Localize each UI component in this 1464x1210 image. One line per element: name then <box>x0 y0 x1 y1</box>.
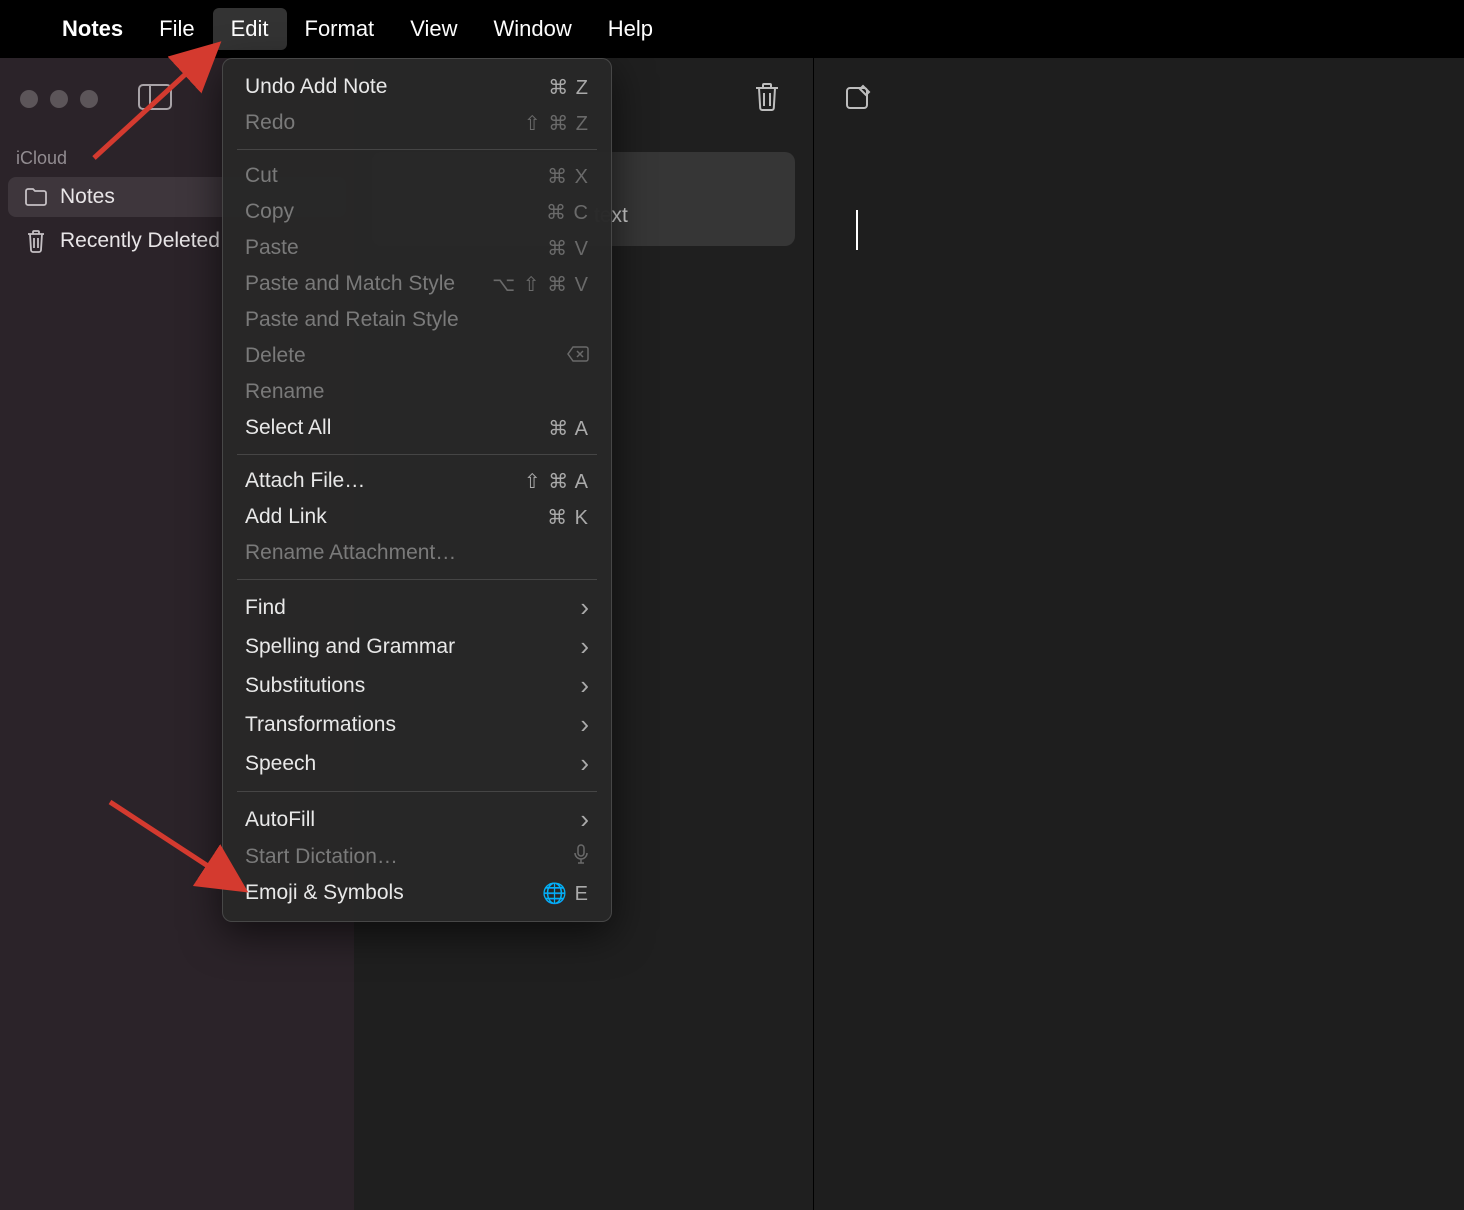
menu-item-copy: Copy ⌘ C <box>223 194 611 230</box>
menu-item-autofill[interactable]: AutoFill› <box>223 800 611 839</box>
menu-item-shortcut: ⌘ A <box>548 416 589 441</box>
menu-item-label: Undo Add Note <box>245 75 387 99</box>
text-cursor <box>856 210 858 250</box>
menu-item-undo-add-note[interactable]: Undo Add Note ⌘ Z <box>223 69 611 105</box>
new-note-icon[interactable] <box>844 83 872 116</box>
menu-item-shortcut: ⌘ K <box>547 505 589 530</box>
sidebar-item-label: Notes <box>60 185 115 209</box>
menubar-item-help[interactable]: Help <box>590 8 671 50</box>
trash-icon <box>24 229 48 253</box>
menu-item-label: Spelling and Grammar <box>245 635 455 659</box>
menu-item-rename: Rename <box>223 374 611 410</box>
menu-item-shortcut: 🌐 E <box>542 881 589 906</box>
menu-item-label: Delete <box>245 344 306 368</box>
menu-item-label: Select All <box>245 416 331 440</box>
menu-item-attach-file[interactable]: Attach File… ⇧ ⌘ A <box>223 463 611 499</box>
menu-item-label: Find <box>245 596 286 620</box>
menu-item-add-link[interactable]: Add Link ⌘ K <box>223 499 611 535</box>
menu-item-shortcut: ⌘ V <box>547 236 589 261</box>
editor-toolbar <box>814 58 1464 140</box>
menu-item-label: Paste and Retain Style <box>245 308 459 332</box>
menu-item-redo: Redo ⇧ ⌘ Z <box>223 105 611 141</box>
menu-item-label: Transformations <box>245 713 396 737</box>
menu-item-find[interactable]: Find › <box>223 588 611 627</box>
chevron-right-icon: › <box>580 709 589 740</box>
menu-item-label: Add Link <box>245 505 327 529</box>
menu-item-label: Copy <box>245 200 294 224</box>
chevron-right-icon: › <box>580 748 589 779</box>
sidebar-item-label: Recently Deleted <box>60 229 220 253</box>
menubar-item-format[interactable]: Format <box>287 8 393 50</box>
menu-separator <box>237 454 597 455</box>
chevron-right-icon: › <box>580 592 589 623</box>
menu-item-shortcut: ⌥ ⇧ ⌘ V <box>492 272 589 297</box>
menu-item-paste-and-retain-style: Paste and Retain Style <box>223 302 611 338</box>
menu-item-label: Rename Attachment… <box>245 541 456 565</box>
menu-item-shortcut: ⌘ Z <box>548 75 589 100</box>
menu-item-shortcut: ⌘ C <box>546 200 589 225</box>
edit-menu-dropdown: Undo Add Note ⌘ Z Redo ⇧ ⌘ Z Cut ⌘ X Copy ⌘ C Pa… <box>222 58 612 922</box>
note-editor[interactable] <box>814 58 1464 1210</box>
close-window-button[interactable] <box>20 90 38 108</box>
menu-item-paste-and-match-style: Paste and Match Style ⌥ ⇧ ⌘ V <box>223 266 611 302</box>
menu-separator <box>237 149 597 150</box>
menubar-item-view[interactable]: View <box>392 8 475 50</box>
menu-separator <box>237 791 597 792</box>
menu-item-label: Cut <box>245 164 278 188</box>
delete-note-icon[interactable] <box>753 81 781 118</box>
menu-item-label: Redo <box>245 111 295 135</box>
menu-item-shortcut <box>573 844 589 870</box>
chevron-right-icon: › <box>580 670 589 701</box>
annotation-arrow-top <box>84 38 234 168</box>
menu-item-start-dictation: Start Dictation… <box>223 839 611 875</box>
menu-item-delete: Delete <box>223 338 611 374</box>
menu-item-substitutions[interactable]: Substitutions › <box>223 666 611 705</box>
menu-item-label: Rename <box>245 380 324 404</box>
menu-item-emoji-symbols[interactable]: Emoji & Symbols 🌐 E <box>223 875 611 911</box>
menu-item-label: Speech <box>245 752 316 776</box>
menubar-item-window[interactable]: Window <box>475 8 589 50</box>
menu-item-spelling-and-grammar[interactable]: Spelling and Grammar › <box>223 627 611 666</box>
menu-item-rename-attachment: Rename Attachment… <box>223 535 611 571</box>
menu-item-shortcut: ⇧ ⌘ A <box>524 469 589 494</box>
menu-item-label: Paste and Match Style <box>245 272 455 296</box>
menu-item-cut: Cut ⌘ X <box>223 158 611 194</box>
annotation-arrow-bottom <box>100 792 260 902</box>
menu-item-shortcut <box>567 345 589 368</box>
menu-item-speech[interactable]: Speech › <box>223 744 611 783</box>
folder-icon <box>24 185 48 209</box>
minimize-window-button[interactable] <box>50 90 68 108</box>
menu-item-shortcut: ⇧ ⌘ Z <box>524 111 589 136</box>
menu-item-label: Start Dictation… <box>245 845 398 869</box>
menu-item-select-all[interactable]: Select All ⌘ A <box>223 410 611 446</box>
chevron-right-icon: › <box>580 631 589 662</box>
menu-item-transformations[interactable]: Transformations › <box>223 705 611 744</box>
menu-item-shortcut: ⌘ X <box>547 164 589 189</box>
app-window: iCloud Notes Recently Deleted <box>0 58 1464 1210</box>
menu-separator <box>237 579 597 580</box>
menu-item-label: Paste <box>245 236 299 260</box>
menu-item-label: Emoji & Symbols <box>245 881 404 905</box>
chevron-right-icon: › <box>580 804 589 835</box>
menu-item-paste: Paste ⌘ V <box>223 230 611 266</box>
menu-item-label: Substitutions <box>245 674 365 698</box>
menu-item-label: Attach File… <box>245 469 365 493</box>
